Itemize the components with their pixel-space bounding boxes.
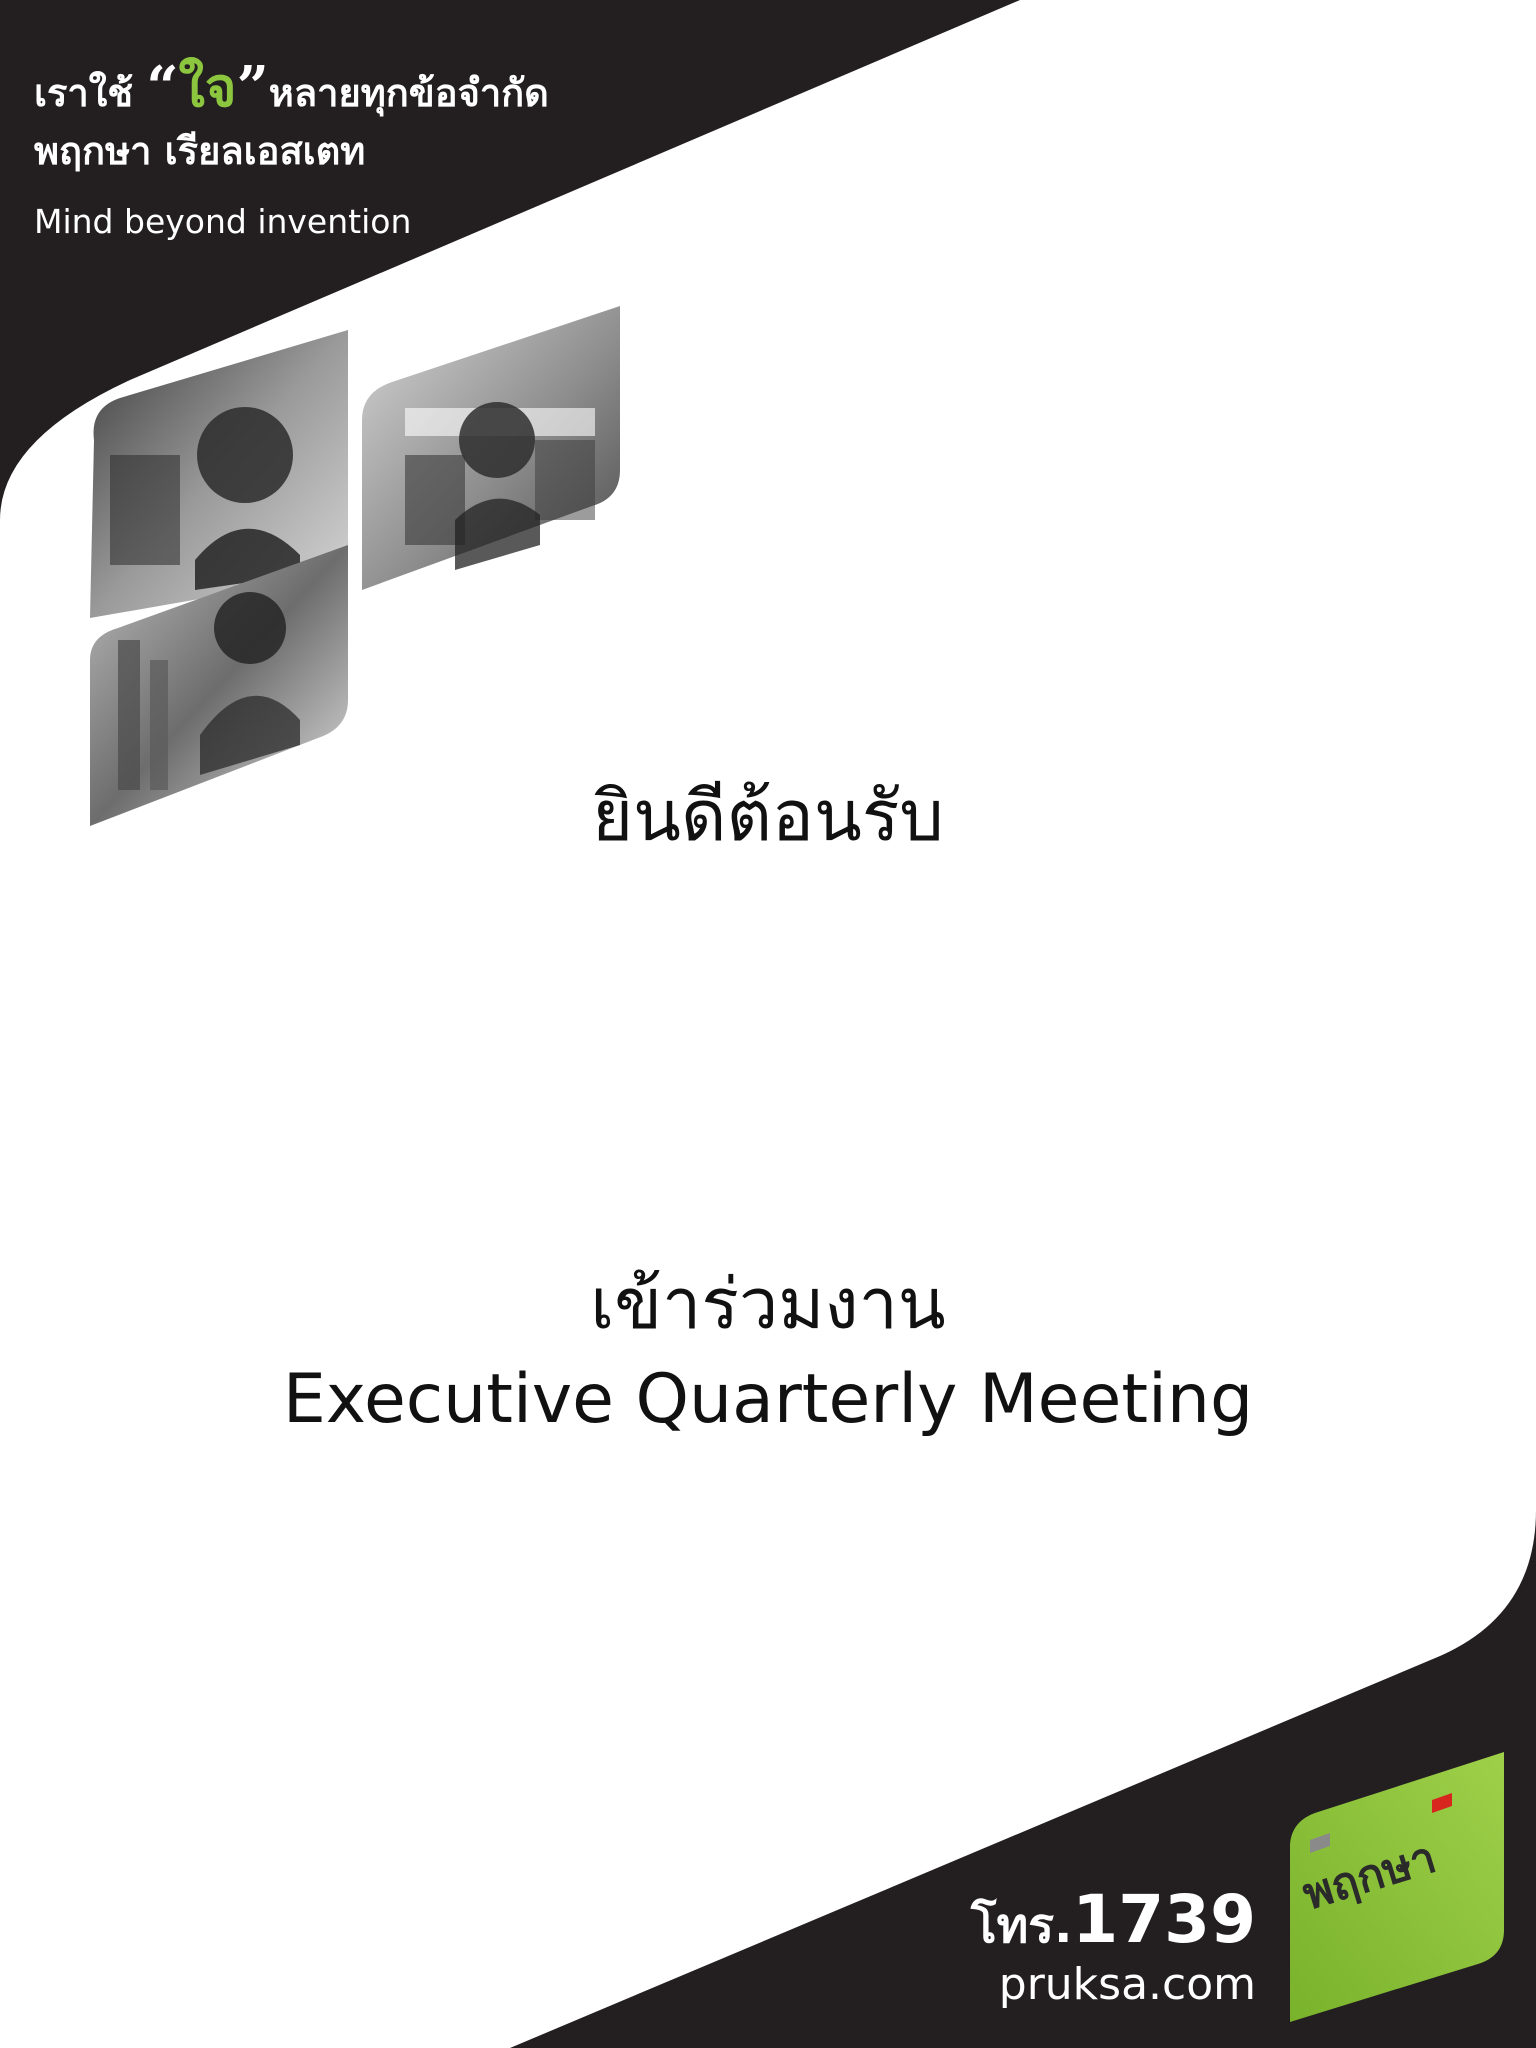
slogan-highlight: ใจ <box>178 56 237 119</box>
open-quote: “ <box>146 54 179 120</box>
slogan-line-1: เราใช้ “ใจ”หลายทุกข้อจำกัด <box>34 58 549 122</box>
invitation-line-1: เข้าร่วมงาน <box>590 1263 946 1345</box>
invitation-line-2: Executive Quarterly Meeting <box>282 1360 1254 1439</box>
close-quote: ” <box>236 54 269 120</box>
phone-prefix: โทร. <box>970 1898 1073 1954</box>
slogan-text-after: หลายทุกข้อจำกัด <box>268 71 549 115</box>
website-text: pruksa.com <box>998 1959 1256 2010</box>
slogan-block: เราใช้ “ใจ”หลายทุกข้อจำกัด พฤกษา เรียลเอ… <box>34 58 549 241</box>
hotline-block: โทร.1739 pruksa.com <box>971 1884 1256 2008</box>
slogan-text-before: เราใช้ <box>34 71 134 115</box>
invitation-block: เข้าร่วมงาน Executive Quarterly Meeting <box>0 1256 1536 1448</box>
phone-number: 1739 <box>1072 1881 1256 1958</box>
welcome-heading: ยินดีต้อนรับ <box>592 775 944 857</box>
background-graphics <box>0 0 1536 2048</box>
photo-tile-man-2 <box>362 306 620 590</box>
poster: เราใช้ “ใจ”หลายทุกข้อจำกัด พฤกษา เรียลเอ… <box>0 0 1536 2048</box>
slogan-tagline: Mind beyond invention <box>34 202 412 241</box>
phone-line: โทร.1739 <box>971 1884 1256 1962</box>
slogan-line-2: พฤกษา เรียลเอสเตท <box>34 129 366 173</box>
